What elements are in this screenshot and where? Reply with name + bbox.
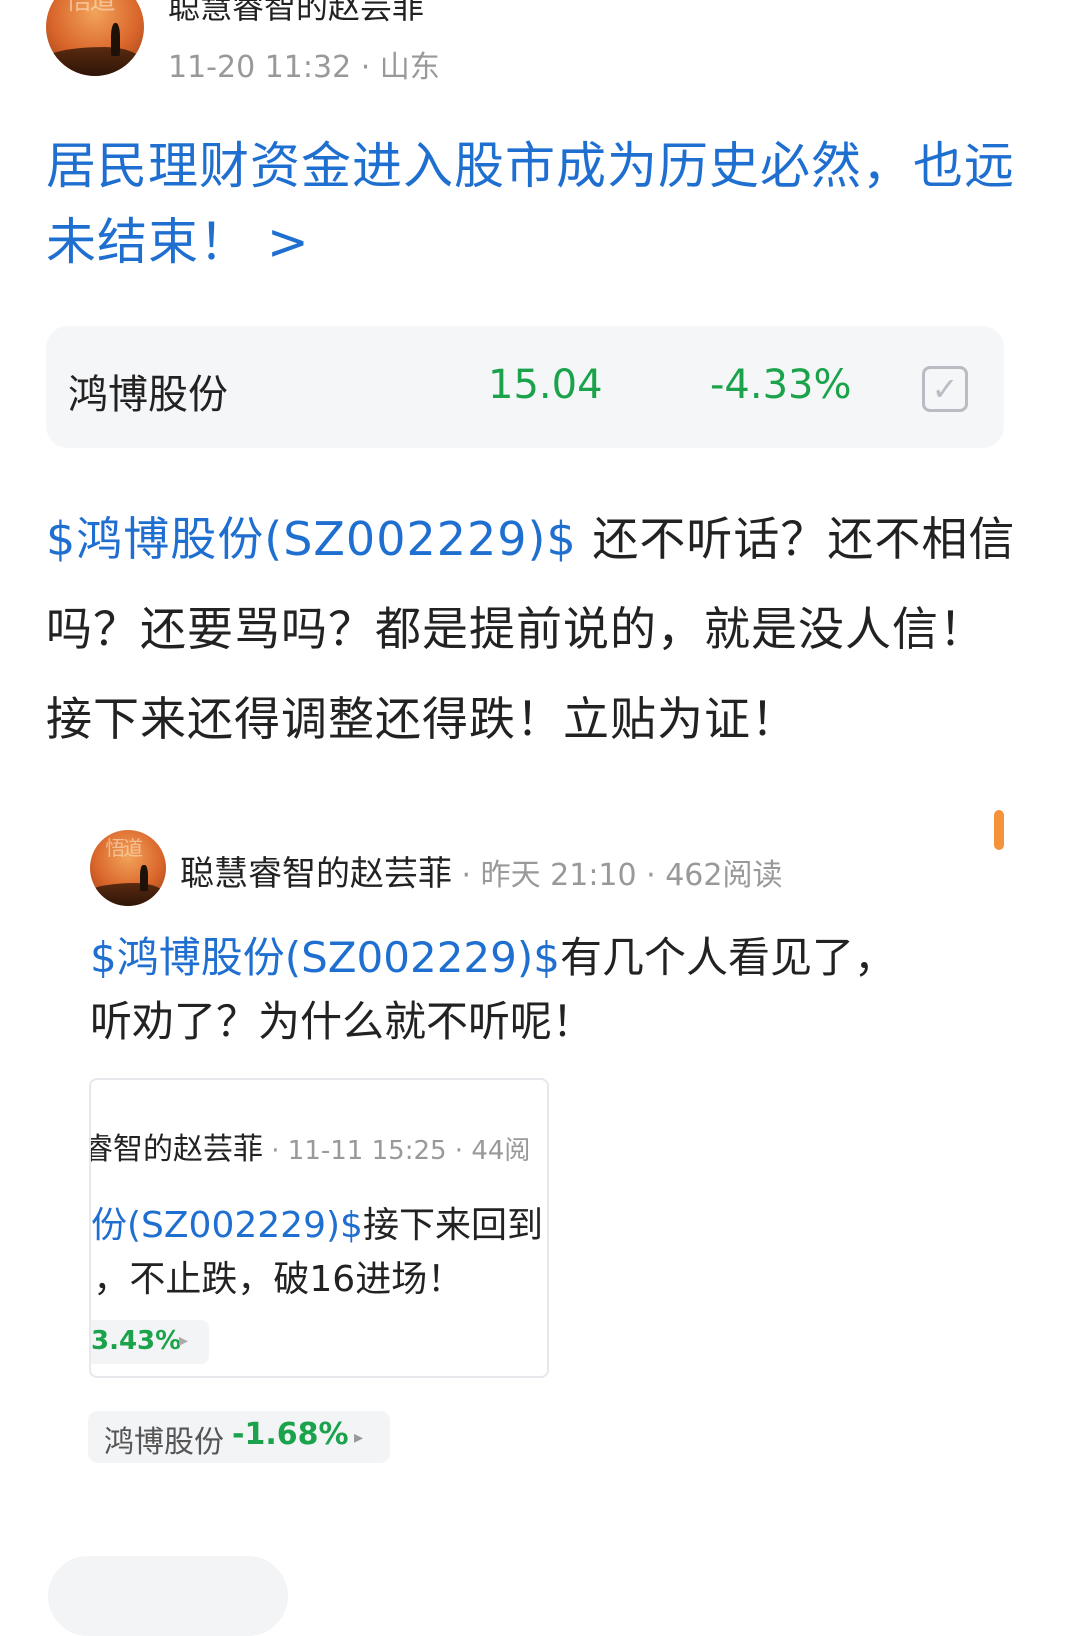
- stock-card[interactable]: 鸿博股份 15.04 -4.33% ✓: [46, 326, 1004, 448]
- stock-chip-name: 鸿博股份: [104, 1425, 224, 1460]
- avatar-figure: [110, 23, 121, 57]
- stock-change: -4.33%: [710, 362, 852, 408]
- nested-stock-mention-link[interactable]: 份(SZ002229)$: [91, 1205, 363, 1246]
- nested-meta: · 11-11 15:25 · 44阅: [263, 1136, 531, 1166]
- stock-name: 鸿博股份: [68, 372, 228, 418]
- quoted-avatar-figure: [140, 864, 148, 891]
- nested-chip-change: 3.43%: [91, 1326, 182, 1356]
- quoted-author-avatar[interactable]: 悟道: [90, 830, 166, 906]
- quoted-author-name[interactable]: 聪慧睿智的赵芸菲: [180, 854, 452, 894]
- avatar-seal-text: 悟道: [65, 0, 116, 16]
- author-avatar[interactable]: 悟道: [46, 0, 144, 76]
- nested-header: 睿智的赵芸菲 · 11-11 15:25 · 44阅: [89, 1124, 531, 1168]
- post-body: $鸿博股份(SZ002229)$ 还不听话？还不相信吗？还要骂吗？都是提前说的，…: [46, 494, 1021, 764]
- quoted-header: 聪慧睿智的赵芸菲 · 昨天 21:10 · 462阅读: [180, 846, 782, 895]
- quoted-stock-mention-link[interactable]: $鸿博股份(SZ002229)$: [90, 933, 560, 982]
- nested-quote-card[interactable]: 睿智的赵芸菲 · 11-11 15:25 · 44阅 份(SZ002229)$接…: [89, 1078, 549, 1378]
- stock-mention-link[interactable]: $鸿博股份(SZ002229)$: [46, 512, 577, 566]
- nested-stock-chip[interactable]: 3.43% ▸: [91, 1320, 209, 1364]
- quoted-avatar-hill: [90, 883, 166, 906]
- stock-chip[interactable]: 鸿博股份 -1.68% ▸: [88, 1411, 390, 1463]
- quoted-meta: · 昨天 21:10 · 462阅读: [452, 858, 783, 893]
- avatar-hill: [46, 46, 144, 76]
- next-item-partial: [48, 1556, 288, 1636]
- nested-body-line-2: ‹，不止跌，破16进场！: [89, 1259, 464, 1300]
- chevron-right-icon: ▸: [179, 1330, 189, 1351]
- nested-body-line-1: 份(SZ002229)$接下来回到: [91, 1196, 543, 1248]
- post-meta: 11-20 11:32 · 山东: [168, 50, 440, 85]
- chevron-right-icon: ▸: [354, 1427, 364, 1448]
- orange-marker: [994, 810, 1004, 850]
- quoted-body[interactable]: $鸿博股份(SZ002229)$有几个人看见了，听劝了？为什么就不听呢！: [90, 926, 930, 1054]
- add-watchlist-checkbox-icon[interactable]: ✓: [922, 366, 968, 412]
- post-title[interactable]: 居民理财资金进入股市成为历史必然，也远未结束！ >: [46, 128, 1036, 280]
- quoted-avatar-seal-text: 悟道: [105, 835, 143, 860]
- nested-text-1: 接下来回到: [362, 1205, 543, 1246]
- stock-chip-change: -1.68%: [232, 1417, 349, 1452]
- nested-author-name: 睿智的赵芸菲: [89, 1132, 263, 1167]
- author-name[interactable]: 聪慧睿智的赵芸菲: [168, 0, 424, 28]
- stock-price: 15.04: [488, 362, 603, 408]
